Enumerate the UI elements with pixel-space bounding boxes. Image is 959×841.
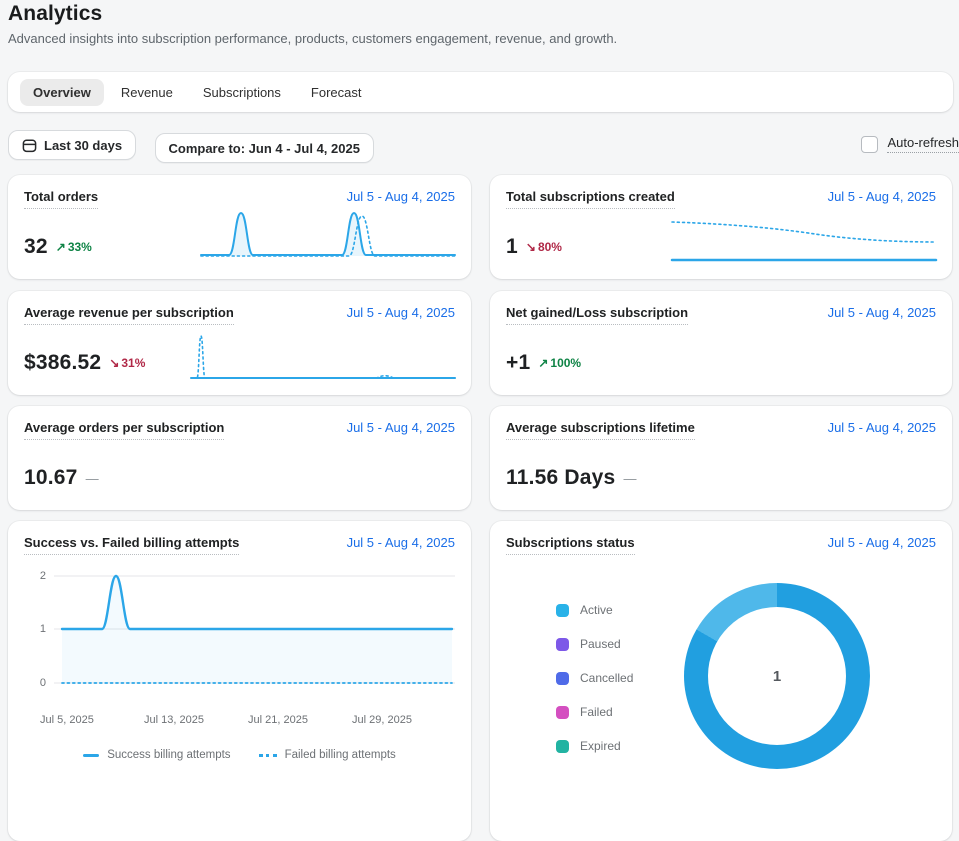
avg-revenue-date: Jul 5 - Aug 4, 2025 — [347, 305, 455, 320]
status-legend: Active Paused Cancelled Failed Expired — [556, 603, 633, 753]
active-swatch-icon — [556, 604, 569, 617]
billing-attempts-title[interactable]: Success vs. Failed billing attempts — [24, 535, 239, 555]
tab-forecast[interactable]: Forecast — [298, 79, 375, 106]
legend-success-billing[interactable]: Success billing attempts — [83, 749, 230, 761]
billing-attempts-chart: 2 1 0 Jul 5, 2025 Jul 13, 2025 Jul 21, 2… — [24, 569, 455, 717]
net-gained-title[interactable]: Net gained/Loss subscription — [506, 305, 688, 325]
avg-lifetime-value: 11.56 Days — [506, 466, 615, 490]
page-header: Analytics Advanced insights into subscri… — [8, 2, 617, 46]
compare-label: Compare to: Jun 4 - Jul 4, 2025 — [169, 141, 360, 156]
avg-lifetime-card: Average subscriptions lifetime Jul 5 - A… — [490, 406, 952, 510]
solid-line-icon — [83, 754, 99, 757]
y-tick: 0 — [30, 676, 46, 690]
avg-lifetime-date: Jul 5 - Aug 4, 2025 — [828, 420, 936, 435]
avg-orders-value: 10.67 — [24, 466, 78, 490]
trend-down-icon: ↘ — [526, 240, 536, 254]
net-gained-delta: ↗ 100% — [538, 356, 581, 370]
x-tick: Jul 29, 2025 — [352, 714, 412, 726]
dotted-line-icon — [259, 754, 277, 757]
page-subtitle: Advanced insights into subscription perf… — [8, 31, 617, 46]
billing-plot-area — [54, 569, 455, 699]
subscriptions-created-sparkline — [670, 215, 938, 267]
auto-refresh-label[interactable]: Auto-refresh — [887, 135, 959, 153]
failed-swatch-icon — [556, 706, 569, 719]
subscriptions-created-date: Jul 5 - Aug 4, 2025 — [828, 189, 936, 204]
x-tick: Jul 21, 2025 — [248, 714, 308, 726]
total-orders-sparkline — [199, 207, 457, 265]
avg-revenue-title[interactable]: Average revenue per subscription — [24, 305, 234, 325]
auto-refresh-control: Auto-refresh — [861, 135, 959, 153]
avg-orders-card: Average orders per subscription Jul 5 - … — [8, 406, 471, 510]
avg-revenue-value: $386.52 — [24, 351, 101, 375]
auto-refresh-checkbox[interactable] — [861, 136, 878, 153]
total-orders-value: 32 — [24, 235, 48, 259]
donut-hole: 1 — [708, 607, 846, 745]
legend-failed[interactable]: Failed — [556, 705, 633, 719]
filter-row: Last 30 days Compare to: Jun 4 - Jul 4, … — [8, 130, 959, 160]
legend-failed-billing[interactable]: Failed billing attempts — [259, 749, 396, 761]
subscriptions-status-donut[interactable]: 1 — [684, 583, 870, 769]
net-gained-card: Net gained/Loss subscription Jul 5 - Aug… — [490, 291, 952, 395]
expired-swatch-icon — [556, 740, 569, 753]
trend-down-icon: ↘ — [109, 356, 119, 370]
total-orders-delta: ↗ 33% — [56, 240, 92, 254]
compare-button[interactable]: Compare to: Jun 4 - Jul 4, 2025 — [155, 133, 374, 163]
billing-attempts-date: Jul 5 - Aug 4, 2025 — [347, 535, 455, 550]
total-orders-card: Total orders Jul 5 - Aug 4, 2025 32 ↗ 33… — [8, 175, 471, 279]
total-orders-title[interactable]: Total orders — [24, 189, 98, 209]
y-tick: 1 — [30, 622, 46, 636]
avg-revenue-card: Average revenue per subscription Jul 5 -… — [8, 291, 471, 395]
subscriptions-status-date: Jul 5 - Aug 4, 2025 — [828, 535, 936, 550]
subscriptions-status-title[interactable]: Subscriptions status — [506, 535, 635, 555]
legend-active[interactable]: Active — [556, 603, 633, 617]
avg-revenue-sparkline — [189, 331, 457, 383]
page-title: Analytics — [8, 2, 617, 26]
tab-overview[interactable]: Overview — [20, 79, 104, 106]
legend-paused[interactable]: Paused — [556, 637, 633, 651]
x-tick: Jul 13, 2025 — [144, 714, 204, 726]
net-gained-date: Jul 5 - Aug 4, 2025 — [828, 305, 936, 320]
total-orders-date: Jul 5 - Aug 4, 2025 — [347, 189, 455, 204]
tab-subscriptions[interactable]: Subscriptions — [190, 79, 294, 106]
legend-expired[interactable]: Expired — [556, 739, 633, 753]
tab-revenue[interactable]: Revenue — [108, 79, 186, 106]
donut-center-value: 1 — [773, 668, 781, 685]
paused-swatch-icon — [556, 638, 569, 651]
trend-up-icon: ↗ — [56, 240, 66, 254]
y-tick: 2 — [30, 569, 46, 583]
subscriptions-created-delta: ↘ 80% — [526, 240, 562, 254]
subscriptions-status-card: Subscriptions status Jul 5 - Aug 4, 2025… — [490, 521, 952, 841]
date-range-button[interactable]: Last 30 days — [8, 130, 136, 160]
avg-revenue-delta: ↘ 31% — [109, 356, 145, 370]
calendar-icon — [22, 138, 37, 153]
cancelled-swatch-icon — [556, 672, 569, 685]
date-range-label: Last 30 days — [44, 138, 122, 153]
x-tick: Jul 5, 2025 — [40, 714, 94, 726]
subscriptions-created-value: 1 — [506, 235, 518, 259]
avg-orders-delta: — — [86, 471, 99, 486]
avg-orders-title[interactable]: Average orders per subscription — [24, 420, 224, 440]
avg-lifetime-title[interactable]: Average subscriptions lifetime — [506, 420, 695, 440]
trend-up-icon: ↗ — [538, 356, 548, 370]
subscriptions-created-card: Total subscriptions created Jul 5 - Aug … — [490, 175, 952, 279]
subscriptions-created-title[interactable]: Total subscriptions created — [506, 189, 675, 209]
tab-bar: Overview Revenue Subscriptions Forecast — [8, 72, 953, 112]
legend-cancelled[interactable]: Cancelled — [556, 671, 633, 685]
avg-orders-date: Jul 5 - Aug 4, 2025 — [347, 420, 455, 435]
net-gained-value: +1 — [506, 351, 530, 375]
avg-lifetime-delta: — — [623, 471, 636, 486]
billing-attempts-card: Success vs. Failed billing attempts Jul … — [8, 521, 471, 841]
